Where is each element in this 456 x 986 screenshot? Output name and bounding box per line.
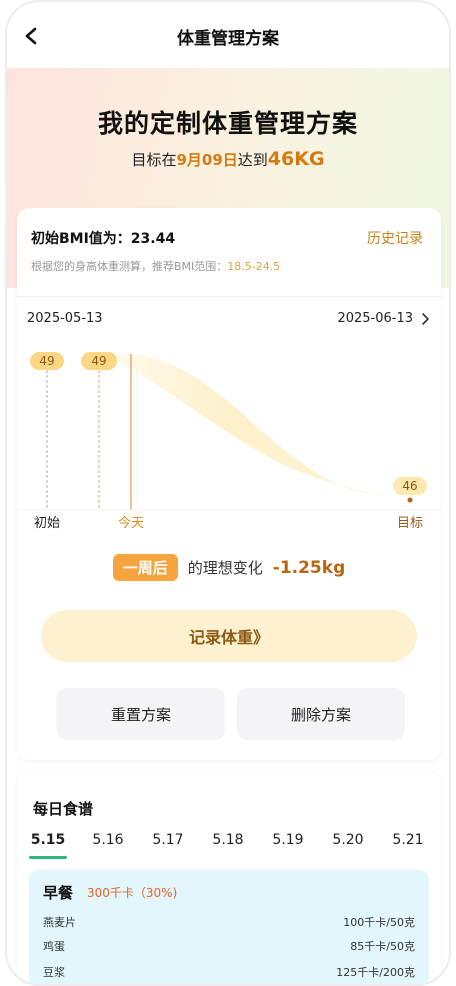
- food-name: 燕麦片: [43, 916, 76, 929]
- change-text: 的理想变化: [187, 559, 263, 577]
- tab-day[interactable]: 5.21: [388, 832, 428, 848]
- chevron-right-icon[interactable]: [419, 312, 431, 326]
- history-link[interactable]: 历史记录: [367, 228, 423, 248]
- food-value: 100千卡/50克: [343, 916, 415, 929]
- phone-screen: 体重管理方案 我的定制体重管理方案 目标在9月09日达到46KG 初始BMI值为…: [5, 0, 451, 986]
- record-weight-button[interactable]: 记录体重》: [41, 610, 417, 662]
- food-value: 125千卡/200克: [336, 966, 415, 979]
- initial-bubble: 49: [30, 352, 64, 370]
- food-value: 85千卡/50克: [350, 940, 415, 953]
- page-title: 体重管理方案: [177, 28, 279, 49]
- end-date: 2025-06-13: [337, 311, 413, 326]
- hero-middle: 达到: [237, 151, 268, 169]
- meal-name: 早餐: [43, 884, 74, 902]
- hero-date: 9月09日: [176, 151, 238, 169]
- top-bar: 体重管理方案: [7, 2, 449, 70]
- target-dot: [407, 497, 413, 503]
- hero-target: 46KG: [267, 148, 325, 170]
- hero-title: 我的定制体重管理方案: [97, 109, 358, 138]
- food-name: 豆浆: [43, 966, 65, 979]
- tab-day[interactable]: 5.16: [88, 832, 128, 848]
- bmi-note: 根据您的身高体重测算，推荐BMI范围：18.5-24.5: [31, 258, 280, 274]
- trend-area: [105, 354, 411, 500]
- today-value: 49: [91, 354, 106, 368]
- start-date: 2025-05-13: [27, 311, 103, 326]
- reset-plan-button[interactable]: 重置方案: [57, 688, 225, 740]
- bmi-label: 初始BMI值为：23.44: [31, 231, 176, 247]
- today-label: 今天: [118, 515, 144, 531]
- tab-day[interactable]: 5.15: [28, 832, 68, 848]
- today-bubble: 49: [81, 352, 117, 370]
- plan-actions: 重置方案 删除方案: [57, 688, 405, 740]
- bmi-note-text: 根据您的身高体重测算，推荐BMI范围：: [31, 260, 228, 273]
- tab-day[interactable]: 5.19: [268, 832, 308, 848]
- plan-card: 初始BMI值为：23.44 历史记录 根据您的身高体重测算，推荐BMI范围：18…: [17, 208, 441, 760]
- target-bubble: 46: [393, 477, 427, 495]
- target-label: 目标: [397, 516, 423, 531]
- initial-value: 49: [39, 354, 54, 368]
- hero-subtitle: 目标在9月09日达到46KG: [7, 148, 449, 170]
- weight-chart: 49 49 46 初始 今天 目标: [17, 352, 441, 531]
- divider: [17, 296, 441, 297]
- initial-label: 初始: [34, 516, 60, 531]
- week-badge: 一周后: [112, 554, 178, 581]
- hero-prefix: 目标在: [131, 151, 177, 169]
- bmi-range: 18.5-24.5: [227, 260, 281, 273]
- tab-day[interactable]: 5.20: [328, 832, 368, 848]
- chevron-left-icon: [25, 27, 37, 45]
- weekly-change: 一周后 的理想变化 -1.25kg: [17, 554, 441, 581]
- date-tabs: 5.15 5.16 5.17 5.18 5.19 5.20 5.21: [17, 832, 441, 860]
- target-value: 46: [402, 479, 417, 493]
- delete-plan-button[interactable]: 删除方案: [237, 688, 405, 740]
- breakfast-section: 早餐 300千卡（30%) 燕麦片 100千卡/50克 鸡蛋 85千卡/50克 …: [29, 870, 429, 984]
- tab-day[interactable]: 5.18: [208, 832, 248, 848]
- active-tab-indicator: [29, 856, 67, 859]
- recipe-card: 每日食谱 5.15 5.16 5.17 5.18 5.19 5.20 5.21 …: [17, 772, 441, 984]
- change-value: -1.25kg: [272, 557, 346, 578]
- food-name: 鸡蛋: [43, 940, 65, 953]
- tab-day[interactable]: 5.17: [148, 832, 188, 848]
- recipe-title: 每日食谱: [33, 800, 94, 818]
- back-button[interactable]: [21, 26, 41, 46]
- meal-kcal: 300千卡（30%): [87, 886, 178, 900]
